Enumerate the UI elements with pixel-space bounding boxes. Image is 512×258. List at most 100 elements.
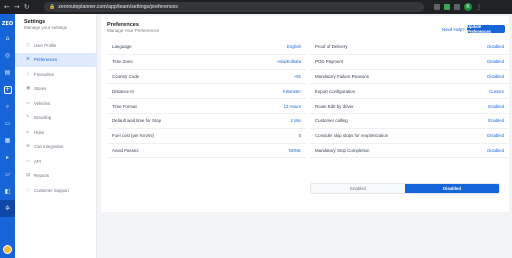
- bookmark-icon[interactable]: ◧: [0, 183, 15, 200]
- pref-label: Country Code: [112, 73, 140, 79]
- pref-value[interactable]: +91: [294, 74, 301, 79]
- pref-value[interactable]: Enabled: [488, 104, 504, 109]
- settings-item-label: Stores: [34, 86, 47, 92]
- settings-subtitle: Manage your settings: [24, 25, 68, 30]
- address-bar[interactable]: 🔒 zeoroutеplanner.com/app/team/settings/…: [44, 2, 424, 12]
- code-icon: ‹›: [26, 158, 30, 164]
- settings-item-api[interactable]: ‹› API: [15, 154, 97, 169]
- pref-row-failure-reasons[interactable]: Mandatory Failure Reasons Disabled: [310, 70, 509, 85]
- pref-value[interactable]: 12 Hours: [284, 104, 301, 109]
- pref-label: Fuel cost (per Km/mi): [112, 133, 154, 139]
- analytics-icon[interactable]: ▤: [0, 64, 15, 81]
- settings-item-customer-support[interactable]: ◌ Customer Support: [15, 183, 97, 198]
- pref-value[interactable]: English: [287, 44, 301, 49]
- pref-value[interactable]: 0: [299, 133, 301, 138]
- settings-item-label: Can Integration: [34, 144, 64, 150]
- pref-value[interactable]: Enabled: [488, 118, 504, 123]
- pref-row-customer-calling[interactable]: Customer calling Enabled: [310, 114, 509, 129]
- pref-row-avoid-passes[interactable]: Avoid Passes NONE: [107, 144, 306, 159]
- update-preferences-button[interactable]: Update Preferences: [467, 24, 505, 34]
- settings-item-branding[interactable]: ✎ Branding: [15, 111, 97, 126]
- brush-icon: ✎: [26, 115, 30, 121]
- menu-icon[interactable]: ⋮: [476, 4, 482, 11]
- pref-row-pod-payment[interactable]: POD Payment Disabled: [310, 55, 509, 70]
- pref-row-route-edit[interactable]: Route Edit by driver Enabled: [310, 99, 509, 114]
- main-content: Preferences Manage Your Preferences Need…: [99, 14, 512, 258]
- pref-label: Default wait time for Stop: [112, 118, 162, 124]
- need-help-link[interactable]: Need Help?: [442, 27, 465, 32]
- extension-icon[interactable]: [454, 4, 460, 10]
- pref-row-time-format[interactable]: Time Format 12 Hours: [107, 99, 306, 114]
- page-subtitle: Manage Your Preferences: [107, 28, 160, 33]
- settings-item-hubs[interactable]: ⌂ Hubs: [15, 125, 97, 140]
- pref-value[interactable]: Custom: [489, 89, 504, 94]
- truck-icon[interactable]: ▸: [0, 149, 15, 166]
- profile-avatar[interactable]: K: [464, 3, 472, 11]
- browser-actions: K ⋮: [434, 3, 482, 11]
- pref-value[interactable]: Disabled: [487, 74, 504, 79]
- pref-label: Consider skip stops for reoptimization: [315, 133, 389, 139]
- home-icon[interactable]: ⌂: [0, 30, 15, 47]
- chat-icon[interactable]: ▱: [0, 166, 15, 183]
- pref-label: Customer calling: [315, 118, 348, 124]
- pref-value[interactable]: Disabled: [487, 148, 504, 153]
- pref-value[interactable]: Disabled: [487, 59, 504, 64]
- pref-label: Time Zone: [112, 59, 133, 65]
- pref-label: Route Edit by driver: [315, 103, 354, 109]
- extension-icon[interactable]: [434, 4, 440, 10]
- preferences-card: Preferences Manage Your Preferences Need…: [101, 16, 509, 212]
- settings-item-label: Branding: [34, 115, 52, 121]
- pref-label: Export Configuration: [315, 88, 356, 94]
- inbox-icon[interactable]: ▭: [0, 115, 15, 132]
- pref-row-wait-time[interactable]: Default wait time for Stop 2 Min: [107, 114, 306, 129]
- browser-toolbar: ← → ↻ 🔒 zeoroutеplanner.com/app/team/set…: [0, 0, 512, 14]
- pref-row-proof-of-delivery[interactable]: Proof of Delivery Disabled: [310, 40, 509, 55]
- user-avatar[interactable]: [3, 245, 12, 254]
- pref-label: Mandatory Failure Reasons: [315, 73, 369, 79]
- pref-value[interactable]: Disabled: [487, 133, 504, 138]
- settings-item-vehicles[interactable]: ▭ Vehicles: [15, 96, 97, 111]
- settings-menu: ○ User Profile ≡ Preferences ☆ Favourites ▣…: [15, 38, 97, 198]
- forward-icon[interactable]: →: [14, 3, 20, 11]
- extension-icon[interactable]: [444, 4, 450, 10]
- pref-row-timezone[interactable]: Time Zone Asia/Kolkata: [107, 55, 306, 70]
- pref-value[interactable]: 2 Min: [290, 118, 301, 123]
- pref-label: Avoid Passes: [112, 147, 139, 153]
- back-icon[interactable]: ←: [4, 3, 10, 11]
- pref-value[interactable]: Disabled: [487, 44, 504, 49]
- pref-row-export-config[interactable]: Export Configuration Custom: [310, 84, 509, 100]
- settings-item-favourites[interactable]: ☆ Favourites: [15, 67, 97, 82]
- globe-icon[interactable]: ◎: [0, 47, 15, 64]
- reload-icon[interactable]: ↻: [24, 3, 30, 11]
- settings-item-label: Vehicles: [34, 100, 51, 106]
- pref-row-stop-completion[interactable]: Mandatory Stop Completion Disabled: [310, 144, 509, 159]
- toggle-disabled-option[interactable]: Disabled: [405, 184, 499, 193]
- sliders-icon: ≡: [26, 57, 30, 63]
- settings-item-reports[interactable]: ▤ Reports: [15, 169, 97, 184]
- url-text: zeoroutеplanner.com/app/team/settings/pr…: [58, 4, 178, 10]
- settings-item-user-profile[interactable]: ○ User Profile: [15, 38, 97, 53]
- toggle-enabled-option[interactable]: Enabled: [311, 184, 405, 193]
- pref-row-distance[interactable]: Distance In Kilometer: [107, 84, 306, 100]
- gear-icon[interactable]: ✲: [0, 200, 15, 217]
- calendar-icon[interactable]: ▦: [0, 132, 15, 149]
- settings-item-stores[interactable]: ▣ Stores: [15, 82, 97, 97]
- zeo-logo: ZEO: [1, 21, 14, 27]
- settings-panel: Settings Manage your settings ○ User Prof…: [15, 14, 97, 258]
- app-window: ZEO ⌂ ◎ ▤ + ⌕ ▭ ▦ ▸ ▱ ◧ ✲ Settings Manag…: [0, 14, 512, 258]
- add-route-icon[interactable]: +: [0, 81, 15, 98]
- settings-item-integration[interactable]: ⊕ Can Integration: [15, 140, 97, 155]
- pref-label: Distance In: [112, 88, 134, 94]
- pref-row-country-code[interactable]: Country Code +91: [107, 70, 306, 85]
- pref-row-skip-stops[interactable]: Consider skip stops for reoptimization Di…: [310, 129, 509, 144]
- report-icon: ▤: [26, 173, 31, 179]
- pref-value[interactable]: Asia/Kolkata: [277, 59, 301, 64]
- search-icon[interactable]: ⌕: [0, 98, 15, 115]
- support-icon: ◌: [26, 187, 30, 193]
- pref-value[interactable]: Kilometer: [283, 89, 301, 94]
- settings-item-preferences[interactable]: ≡ Preferences: [15, 52, 97, 67]
- pref-row-language[interactable]: Language English: [107, 40, 306, 55]
- pref-row-fuel-cost[interactable]: Fuel cost (per Km/mi) 0: [107, 129, 306, 144]
- pref-value[interactable]: NONE: [289, 148, 301, 153]
- hub-icon: ⌂: [26, 129, 29, 135]
